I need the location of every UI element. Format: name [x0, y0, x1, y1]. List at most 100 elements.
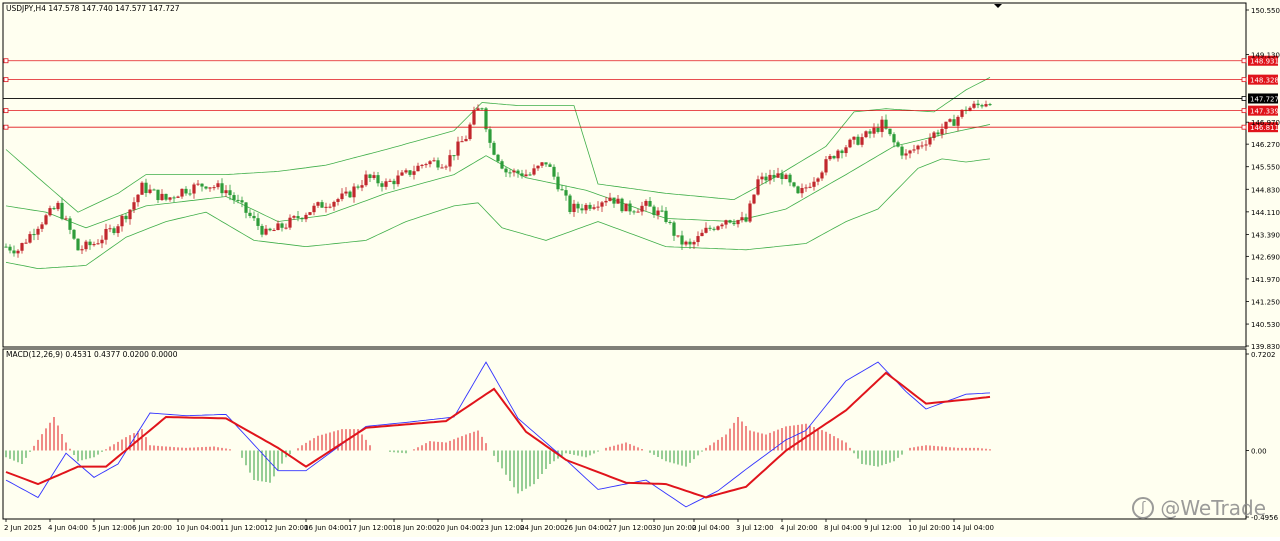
candle-body [56, 202, 60, 210]
candle-body [76, 238, 80, 251]
candle-body [192, 184, 196, 194]
candle-body [876, 127, 880, 132]
candle-body [288, 217, 292, 228]
candle-body [728, 220, 732, 223]
candle-body [340, 193, 344, 200]
macd-info: MACD(12,26,9) 0.4531 0.4377 0.0200 0.000… [6, 350, 178, 359]
candle-body [796, 186, 800, 194]
price-tick-label: 143.390 [1251, 231, 1280, 239]
candle-body [336, 199, 340, 202]
candle-body [680, 235, 684, 245]
time-tick-label: 23 Jun 12:00 [480, 524, 524, 532]
candle-body [896, 142, 900, 147]
symbol-info: USDJPY,H4 147.578 147.740 147.577 147.72… [6, 4, 180, 13]
candle-body [124, 215, 128, 220]
candle [76, 238, 80, 251]
candle-body [524, 174, 528, 177]
candle-body [152, 189, 156, 191]
level-price-label: 148.328 [1250, 77, 1279, 85]
price-tick-label: 140.530 [1251, 321, 1280, 329]
candle-body [348, 191, 352, 198]
candle-body [544, 162, 548, 165]
price-tick-label: 139.830 [1251, 343, 1280, 351]
candle-body [272, 230, 276, 232]
candle-body [488, 129, 492, 143]
candle-body [168, 197, 172, 200]
candle-body [588, 204, 592, 209]
candle-body [384, 181, 388, 187]
time-tick-label: 26 Jun 04:00 [564, 524, 608, 532]
time-tick-label: 30 Jun 20:00 [652, 524, 696, 532]
candle-body [868, 131, 872, 134]
candle-body [424, 164, 428, 166]
candle [468, 122, 472, 141]
time-axis: 2 Jun 2025 4 Jun 04:00 5 Jun 12:00 6 Jun 20… [4, 519, 994, 532]
candle-body [36, 228, 40, 235]
candle [492, 140, 496, 156]
level-line-handle [3, 108, 9, 114]
candle-body [944, 121, 948, 129]
candle-body [212, 187, 216, 189]
candle-body [792, 182, 796, 187]
candle-body [220, 183, 224, 194]
candle-body [296, 216, 300, 219]
candle-body [804, 187, 808, 189]
time-tick-label: 11 Jun 12:00 [220, 524, 264, 532]
candle-body [160, 193, 164, 201]
candle-body [480, 108, 484, 110]
candle-body [312, 205, 316, 213]
candle-body [236, 199, 240, 201]
candle-body [316, 202, 320, 206]
candle-body [68, 218, 72, 230]
candle-body [252, 215, 256, 219]
candle-body [836, 150, 840, 159]
candle-body [808, 186, 812, 188]
candle-body [156, 189, 160, 201]
candle-body [784, 174, 788, 179]
level-price-label: 147.727 [1250, 95, 1279, 103]
chart-window[interactable]: 148.931 148.328 147.727 147.339 146.811 150.… [0, 0, 1280, 537]
price-tick-label: 150.550 [1251, 7, 1280, 15]
candle-body [648, 200, 652, 207]
candle-body [580, 208, 584, 211]
candle-body [840, 150, 844, 154]
macd-tick-label: 0.7202 [1251, 351, 1276, 359]
level-line-handle [1241, 77, 1247, 83]
candle-body [908, 150, 912, 154]
candle-body [576, 203, 580, 209]
candle-body [496, 154, 500, 162]
price-tick-label: 141.970 [1251, 276, 1280, 284]
candle-body [572, 203, 576, 213]
candle-body [932, 132, 936, 138]
candle [568, 193, 572, 215]
candle-body [280, 223, 284, 228]
candle-body [788, 174, 792, 183]
chart-canvas[interactable]: 148.931148.328147.727147.339146.811 150.… [0, 0, 1280, 537]
candle-body [32, 234, 36, 236]
candle-body [372, 175, 376, 179]
level-line-handle [3, 77, 9, 83]
candle-body [644, 200, 648, 206]
macd-tick-label: 0.00 [1251, 448, 1267, 456]
candle-body [308, 212, 312, 215]
candle-body [48, 208, 52, 216]
candle-body [112, 228, 116, 234]
candle-body [256, 218, 260, 226]
candle-body [716, 226, 720, 230]
time-tick-label: 8 Jul 04:00 [824, 524, 862, 532]
candle-body [276, 223, 280, 231]
candle-body [696, 236, 700, 243]
candle-body [144, 182, 148, 193]
candle-body [688, 241, 692, 245]
candle-body [768, 174, 772, 181]
candle-body [148, 189, 152, 193]
price-axis: 150.550 149.130 146.970 146.270 145.550 144.8… [1246, 7, 1280, 351]
price-tick-label: 145.550 [1251, 164, 1280, 172]
candle-body [924, 144, 928, 146]
candle-body [928, 137, 932, 145]
time-tick-label: 18 Jun 20:00 [392, 524, 436, 532]
candle-body [248, 212, 252, 216]
candle-body [584, 204, 588, 211]
candle-body [228, 190, 232, 196]
candle-body [204, 186, 208, 189]
